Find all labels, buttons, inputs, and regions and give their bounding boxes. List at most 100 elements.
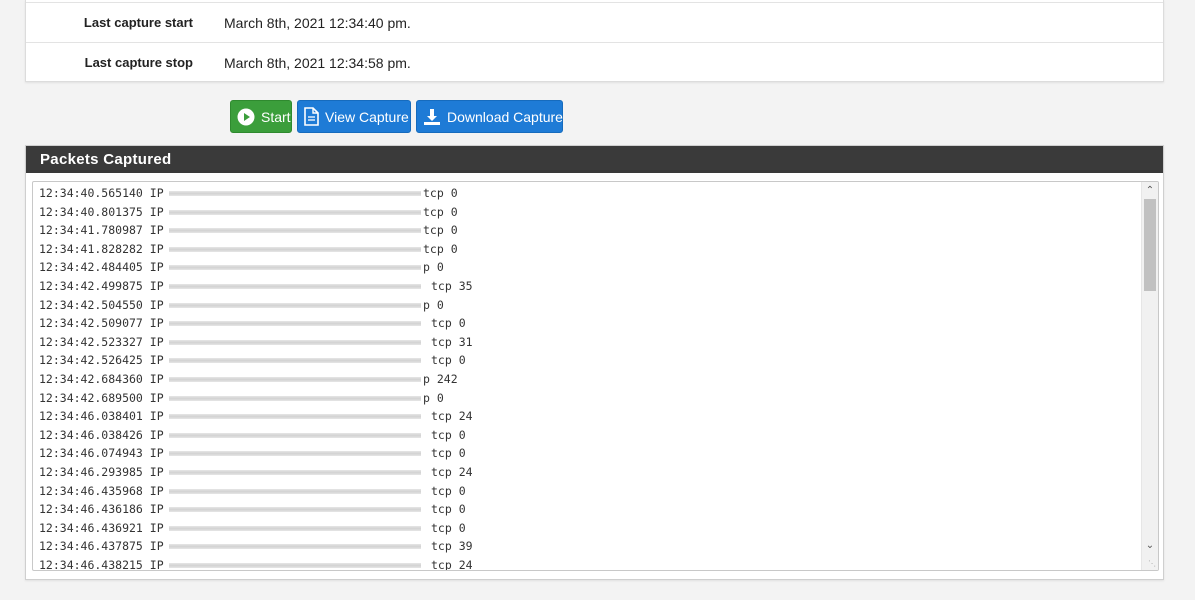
view-capture-button-label: View Capture	[325, 108, 409, 125]
scroll-up-icon[interactable]: ⌃	[1142, 182, 1158, 199]
packet-timestamp: 12:34:46.436186 IP	[39, 502, 164, 517]
start-button-label: Start	[261, 108, 291, 125]
packet-lines: 12:34:40.565140 IP tcp 0 12:34:40.801375 I…	[39, 184, 473, 571]
packet-protocol: tcp 0	[423, 241, 458, 256]
packet-protocol: tcp 0	[431, 502, 466, 517]
file-icon	[304, 107, 319, 126]
packet-timestamp: 12:34:46.293985 IP	[39, 464, 164, 479]
packet-protocol: p 0	[423, 297, 444, 312]
packet-line: 12:34:46.074943 IP tcp 0	[39, 444, 466, 463]
packet-protocol: p 242	[423, 371, 458, 386]
redacted-address	[169, 507, 421, 513]
packet-line: 12:34:46.038401 IP tcp 24	[39, 407, 473, 426]
packet-timestamp: 12:34:46.074943 IP	[39, 446, 164, 461]
resize-grip-icon[interactable]: ⋱	[1148, 560, 1156, 568]
packet-protocol: tcp 0	[431, 353, 466, 368]
packet-timestamp: 12:34:41.828282 IP	[39, 241, 164, 256]
packet-timestamp: 12:34:42.523327 IP	[39, 334, 164, 349]
packet-timestamp: 12:34:42.526425 IP	[39, 353, 164, 368]
packets-captured-panel: Packets Captured 12:34:40.565140 IP tcp 0…	[25, 145, 1164, 580]
packet-line: 12:34:46.435968 IP tcp 0	[39, 482, 466, 501]
packet-timestamp: 12:34:40.801375 IP	[39, 204, 164, 219]
packet-timestamp: 12:34:42.684360 IP	[39, 371, 164, 386]
redacted-address	[169, 283, 421, 289]
packet-timestamp: 12:34:46.038426 IP	[39, 427, 164, 442]
redacted-address	[169, 302, 421, 308]
vertical-scrollbar[interactable]: ⌃ ⌄	[1141, 182, 1158, 570]
status-label: Last capture stop	[84, 55, 193, 70]
redacted-address	[169, 488, 421, 494]
packet-protocol: tcp 0	[431, 483, 466, 498]
redacted-address	[169, 562, 421, 568]
packet-line: 12:34:46.436921 IP tcp 0	[39, 519, 466, 538]
redacted-address	[169, 544, 421, 550]
status-row-stop: Last capture stop March 8th, 2021 12:34:…	[26, 42, 1163, 82]
packet-protocol: tcp 24	[431, 409, 473, 424]
packet-protocol: tcp 31	[431, 334, 473, 349]
packet-protocol: tcp 0	[431, 316, 466, 331]
packet-line: 12:34:40.565140 IP tcp 0	[39, 184, 458, 203]
packet-line: 12:34:41.828282 IP tcp 0	[39, 240, 458, 259]
redacted-address	[169, 432, 421, 438]
packets-output-textarea[interactable]: 12:34:40.565140 IP tcp 0 12:34:40.801375 I…	[32, 181, 1159, 571]
packet-protocol: p 0	[423, 390, 444, 405]
packet-protocol: tcp 0	[423, 223, 458, 238]
packet-protocol: tcp 0	[423, 204, 458, 219]
packet-line: 12:34:46.293985 IP tcp 24	[39, 463, 473, 482]
packet-line: 12:34:42.509077 IP tcp 0	[39, 314, 466, 333]
play-circle-icon	[237, 108, 255, 125]
capture-status-panel: Last capture start March 8th, 2021 12:34…	[25, 0, 1164, 82]
packet-line: 12:34:46.436186 IP tcp 0	[39, 500, 466, 519]
redacted-address	[169, 265, 421, 271]
redacted-address	[169, 395, 421, 401]
packet-timestamp: 12:34:42.484405 IP	[39, 260, 164, 275]
packet-protocol: tcp 35	[431, 278, 473, 293]
status-value: March 8th, 2021 12:34:58 pm.	[224, 55, 411, 71]
packet-protocol: tcp 24	[431, 557, 473, 571]
packet-line: 12:34:42.484405 IP p 0	[39, 258, 444, 277]
packet-line: 12:34:40.801375 IP tcp 0	[39, 203, 458, 222]
packet-timestamp: 12:34:46.437875 IP	[39, 539, 164, 554]
redacted-address	[169, 321, 421, 327]
redacted-address	[169, 191, 421, 196]
download-capture-button[interactable]: Download Capture	[416, 100, 563, 133]
packet-line: 12:34:42.499875 IP tcp 35	[39, 277, 473, 296]
status-row-start: Last capture start March 8th, 2021 12:34…	[26, 2, 1163, 42]
status-value: March 8th, 2021 12:34:40 pm.	[224, 15, 411, 31]
start-button[interactable]: Start	[230, 100, 292, 133]
redacted-address	[169, 451, 421, 457]
panel-heading: Packets Captured	[26, 146, 1163, 173]
packet-protocol: p 0	[423, 260, 444, 275]
packet-timestamp: 12:34:42.499875 IP	[39, 278, 164, 293]
scrollbar-thumb[interactable]	[1144, 199, 1156, 291]
packet-protocol: tcp 0	[423, 186, 458, 200]
redacted-address	[169, 469, 421, 475]
download-icon	[424, 108, 440, 125]
redacted-address	[169, 246, 421, 252]
scroll-down-icon[interactable]: ⌄	[1142, 537, 1158, 554]
download-capture-button-label: Download Capture	[447, 108, 563, 125]
packet-timestamp: 12:34:41.780987 IP	[39, 223, 164, 238]
status-label: Last capture start	[83, 15, 193, 30]
redacted-address	[169, 209, 421, 215]
packet-line: 12:34:42.504550 IP p 0	[39, 296, 444, 315]
packet-line: 12:34:46.038426 IP tcp 0	[39, 426, 466, 445]
redacted-address	[169, 525, 421, 531]
packet-protocol: tcp 0	[431, 446, 466, 461]
view-capture-button[interactable]: View Capture	[297, 100, 411, 133]
packet-protocol: tcp 0	[431, 427, 466, 442]
packet-line: 12:34:42.684360 IP p 242	[39, 370, 458, 389]
packet-timestamp: 12:34:42.689500 IP	[39, 390, 164, 405]
packet-timestamp: 12:34:42.509077 IP	[39, 316, 164, 331]
packet-line: 12:34:42.526425 IP tcp 0	[39, 351, 466, 370]
packet-line: 12:34:46.437875 IP tcp 39	[39, 537, 473, 556]
packet-line: 12:34:42.523327 IP tcp 31	[39, 333, 473, 352]
redacted-address	[169, 228, 421, 234]
packet-timestamp: 12:34:46.438215 IP	[39, 557, 164, 571]
packet-timestamp: 12:34:40.565140 IP	[39, 186, 164, 200]
packet-line: 12:34:41.780987 IP tcp 0	[39, 221, 458, 240]
packet-protocol: tcp 39	[431, 539, 473, 554]
packet-line: 12:34:42.689500 IP p 0	[39, 389, 444, 408]
packet-protocol: tcp 24	[431, 464, 473, 479]
redacted-address	[169, 376, 421, 382]
